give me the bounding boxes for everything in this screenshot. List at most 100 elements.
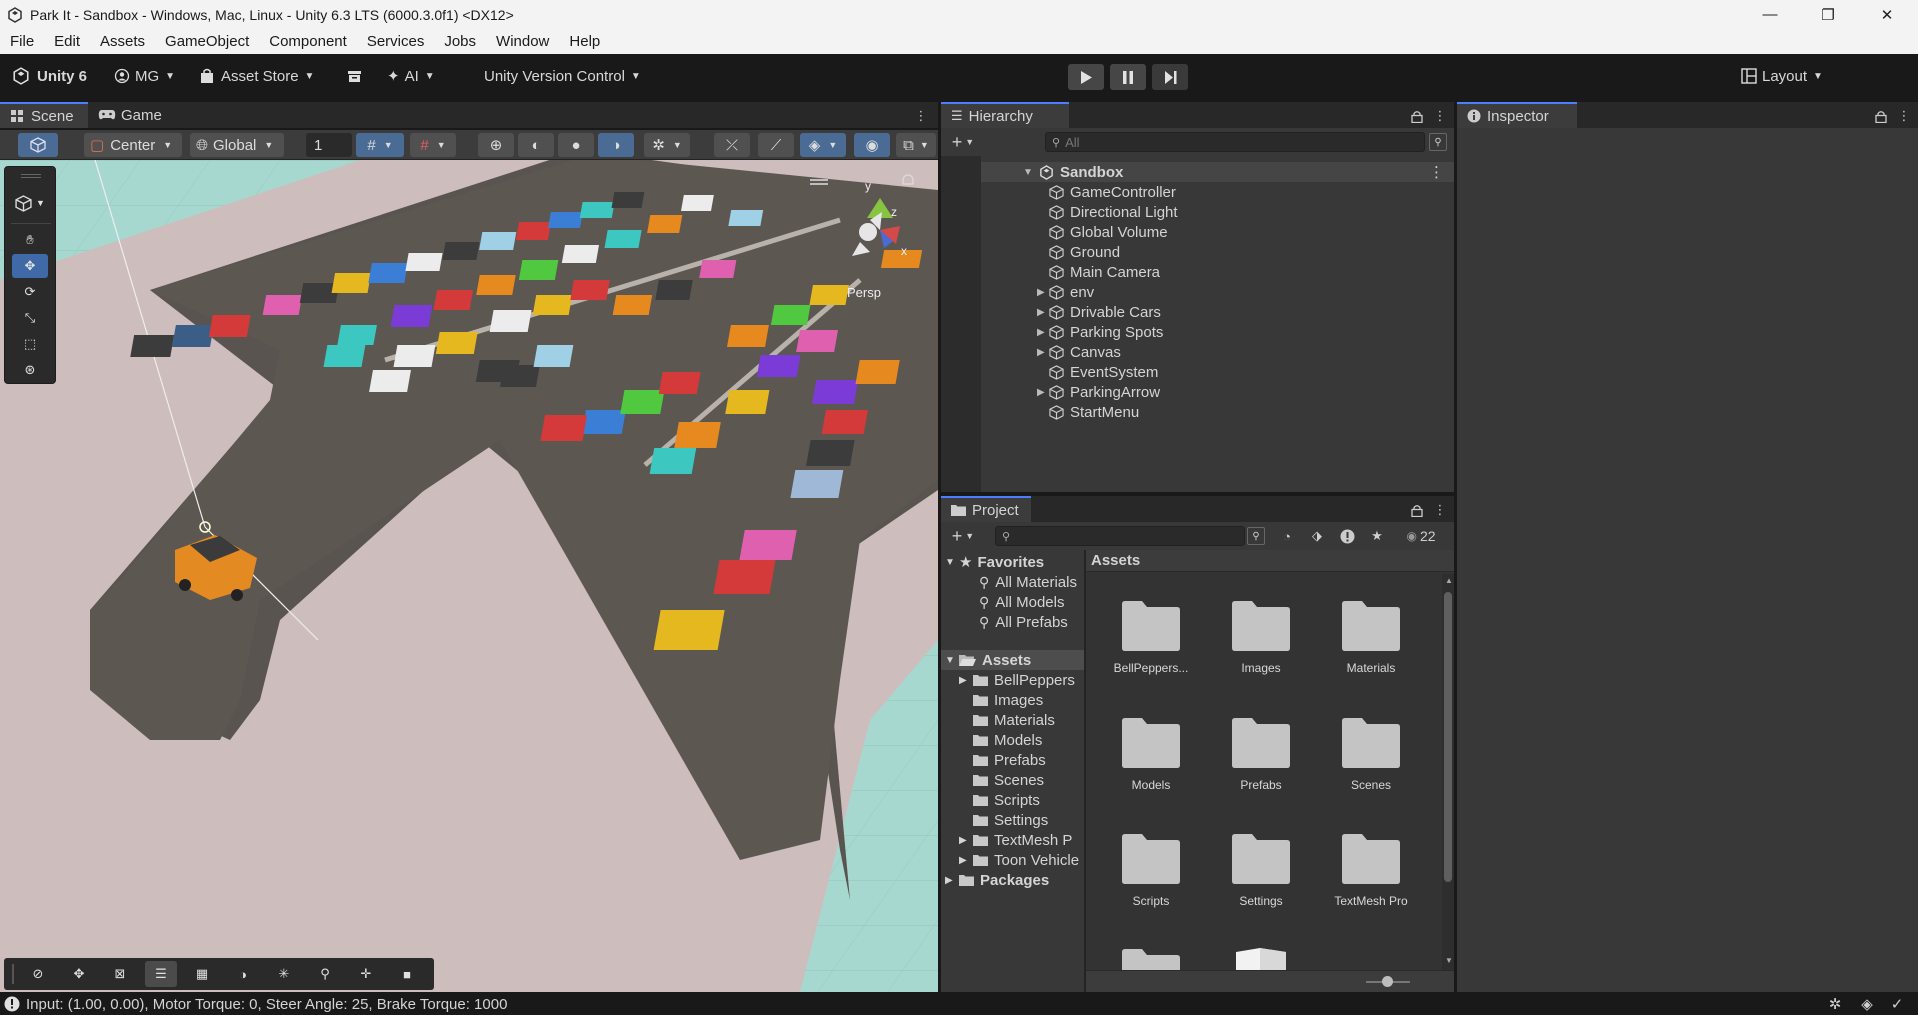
maximize-button[interactable]: ❐ bbox=[1799, 0, 1857, 29]
menu-assets[interactable]: Assets bbox=[100, 33, 145, 50]
hierarchy-item-directional-light[interactable]: Directional Light bbox=[1037, 202, 1178, 222]
expand-arrow-icon[interactable]: ▶ bbox=[959, 835, 973, 846]
folder-scenes[interactable]: Scenes bbox=[973, 770, 1044, 790]
version-control-dropdown[interactable]: Unity Version Control ▼ bbox=[484, 64, 641, 88]
unity-hub-button[interactable]: Unity 6 bbox=[12, 64, 87, 88]
pivot-mode-dropdown[interactable]: ▢ Center ▼ bbox=[84, 133, 182, 157]
hierarchy-scene-row[interactable]: ▼ Sandbox ⋮ bbox=[981, 162, 1454, 182]
scrollbar-thumb[interactable] bbox=[1444, 592, 1452, 882]
project-search-input[interactable]: ⚲ bbox=[995, 526, 1245, 546]
scene-visibility-toggle[interactable]: ◉ bbox=[854, 133, 890, 157]
lock-icon[interactable] bbox=[1873, 106, 1889, 126]
grid-folder-prefabs[interactable]: Prefabs bbox=[1206, 717, 1316, 792]
checkmark-circle-icon[interactable]: ✓ bbox=[1888, 995, 1906, 1013]
menu-file[interactable]: File bbox=[10, 33, 34, 50]
component-tools-button[interactable]: ⊠ bbox=[104, 961, 136, 987]
favorite-all-models[interactable]: ⚲ All Models bbox=[979, 592, 1064, 612]
scroll-down-icon[interactable]: ▼ bbox=[1445, 956, 1453, 965]
effects-dropdown[interactable]: ◈ ▼ bbox=[800, 133, 846, 157]
2d-toggle-button[interactable]: ⤫ bbox=[714, 133, 750, 157]
hierarchy-item-main-camera[interactable]: Main Camera bbox=[1037, 262, 1160, 282]
space-mode-dropdown[interactable]: 🌐︎ Global ▼ bbox=[190, 133, 284, 157]
grid-folder-bellpeppers[interactable]: BellPeppers... bbox=[1096, 600, 1206, 675]
expand-arrow-icon[interactable]: ▼ bbox=[1023, 167, 1035, 178]
hierarchy-item-parking-spots[interactable]: ▶ Parking Spots bbox=[1037, 322, 1163, 342]
menu-jobs[interactable]: Jobs bbox=[444, 33, 476, 50]
package-manager-button[interactable] bbox=[347, 64, 362, 88]
menu-gameobject[interactable]: GameObject bbox=[165, 33, 249, 50]
filter-by-type-icon[interactable]: ◔ bbox=[1277, 527, 1297, 545]
hierarchy-item-startmenu[interactable]: StartMenu bbox=[1037, 402, 1139, 422]
folder-images[interactable]: Images bbox=[973, 690, 1043, 710]
scene-viewport[interactable]: y z x Persp bbox=[0, 160, 938, 992]
grid-folder-textmesh-pro[interactable]: TextMesh Pro bbox=[1316, 833, 1426, 908]
layout-dropdown[interactable]: Layout ▼ bbox=[1741, 64, 1823, 88]
gizmos-dropdown[interactable]: ⧉ ▼ bbox=[896, 133, 936, 157]
grid-folder-settings[interactable]: Settings bbox=[1206, 833, 1316, 908]
folder-materials[interactable]: Materials bbox=[973, 710, 1055, 730]
project-more-options-icon[interactable]: ⋮ bbox=[1433, 500, 1447, 520]
hierarchy-item-gamecontroller[interactable]: GameController bbox=[1037, 182, 1176, 202]
breadcrumb-assets[interactable]: Assets bbox=[1091, 552, 1140, 569]
packages-root-folder[interactable]: ▶ Packages bbox=[945, 870, 1049, 890]
inspector-more-options-icon[interactable]: ⋮ bbox=[1897, 106, 1911, 126]
grid-snap-input[interactable]: 1 bbox=[306, 133, 352, 157]
play-button[interactable] bbox=[1068, 64, 1104, 90]
ai-dropdown[interactable]: ✦ AI ▼ bbox=[387, 64, 435, 88]
folder-bellpeppers[interactable]: ▶ BellPeppers bbox=[959, 670, 1075, 690]
create-dropdown[interactable]: + ▼ bbox=[947, 131, 979, 153]
hierarchy-item-ground[interactable]: Ground bbox=[1037, 242, 1120, 262]
expand-arrow-icon[interactable]: ▶ bbox=[1037, 307, 1049, 318]
grid-folder-scenes[interactable]: Scenes bbox=[1316, 717, 1426, 792]
tab-scene[interactable]: Scene bbox=[0, 102, 88, 128]
layers-stack-icon[interactable]: ◈ bbox=[1858, 995, 1876, 1013]
projection-label[interactable]: Persp bbox=[847, 285, 881, 300]
asset-grid-scrollbar[interactable]: ▲ ▼ bbox=[1442, 574, 1454, 970]
scroll-up-icon[interactable]: ▲ bbox=[1445, 576, 1453, 585]
folder-scripts[interactable]: Scripts bbox=[973, 790, 1040, 810]
favorites-section[interactable]: ▼ ★ Favorites bbox=[945, 552, 1044, 572]
menu-services[interactable]: Services bbox=[367, 33, 425, 50]
scene-more-options-icon[interactable]: ⋮ bbox=[914, 106, 928, 126]
status-message[interactable]: Input: (1.00, 0.00), Motor Torque: 0, St… bbox=[26, 996, 507, 1013]
favorite-all-materials[interactable]: ⚲ All Materials bbox=[979, 572, 1077, 592]
tool-settings-dropdown[interactable]: ▼ bbox=[12, 191, 48, 215]
shaded-button[interactable]: ◑ bbox=[598, 133, 634, 157]
expand-arrow-icon[interactable]: ▶ bbox=[1037, 387, 1049, 398]
step-button[interactable] bbox=[1152, 64, 1188, 90]
hierarchy-more-options-icon[interactable]: ⋮ bbox=[1433, 106, 1447, 126]
hierarchy-item-env[interactable]: ▶ env bbox=[1037, 282, 1094, 302]
draw-mode-button[interactable]: ◑ bbox=[227, 961, 259, 987]
scene-more-options-icon[interactable]: ⋮ bbox=[1429, 163, 1444, 181]
assets-root-folder[interactable]: ▼ Assets bbox=[941, 650, 1084, 670]
expand-arrow-icon[interactable]: ▼ bbox=[945, 655, 959, 666]
close-button[interactable]: ✕ bbox=[1858, 0, 1916, 29]
create-asset-dropdown[interactable]: + ▼ bbox=[947, 525, 979, 547]
grid-folder-materials[interactable]: Materials bbox=[1316, 600, 1426, 675]
menu-window[interactable]: Window bbox=[496, 33, 549, 50]
filter-by-label-icon[interactable]: ⬗ bbox=[1307, 527, 1327, 545]
expand-arrow-icon[interactable]: ▶ bbox=[959, 855, 973, 866]
move-overlay-button[interactable]: ✥ bbox=[63, 961, 95, 987]
expand-arrow-icon[interactable]: ▶ bbox=[959, 675, 973, 686]
wireframe-shading-button[interactable]: ⊕ bbox=[478, 133, 514, 157]
hierarchy-item-parkingarrow[interactable]: ▶ ParkingArrow bbox=[1037, 382, 1160, 402]
account-dropdown[interactable]: MG ▼ bbox=[114, 64, 175, 88]
expand-arrow-icon[interactable]: ▶ bbox=[1037, 347, 1049, 358]
grid-snap-toggle[interactable]: # ▼ bbox=[356, 133, 404, 157]
hidden-packages-toggle[interactable]: ◉ 22 bbox=[1396, 527, 1446, 545]
hierarchy-item-eventsystem[interactable]: EventSystem bbox=[1037, 362, 1158, 382]
menu-component[interactable]: Component bbox=[269, 33, 347, 50]
grid-overlay-button[interactable]: ▦ bbox=[186, 961, 218, 987]
hierarchy-item-drivable-cars[interactable]: ▶ Drivable Cars bbox=[1037, 302, 1161, 322]
log-types-icon[interactable] bbox=[1337, 527, 1357, 545]
orientation-overlay-button[interactable]: ⊘ bbox=[22, 961, 54, 987]
grid-folder-models[interactable]: Models bbox=[1096, 717, 1206, 792]
tab-project[interactable]: Project bbox=[941, 496, 1031, 522]
unlit-shading-button[interactable]: ● bbox=[558, 133, 594, 157]
debug-bug-icon[interactable]: ✲ bbox=[1826, 995, 1844, 1013]
grid-visibility-toggle[interactable]: # ▼ bbox=[410, 133, 456, 157]
folder-settings[interactable]: Settings bbox=[973, 810, 1048, 830]
favorite-all-prefabs[interactable]: ⚲ All Prefabs bbox=[979, 612, 1068, 632]
expand-arrow-icon[interactable]: ▶ bbox=[1037, 327, 1049, 338]
